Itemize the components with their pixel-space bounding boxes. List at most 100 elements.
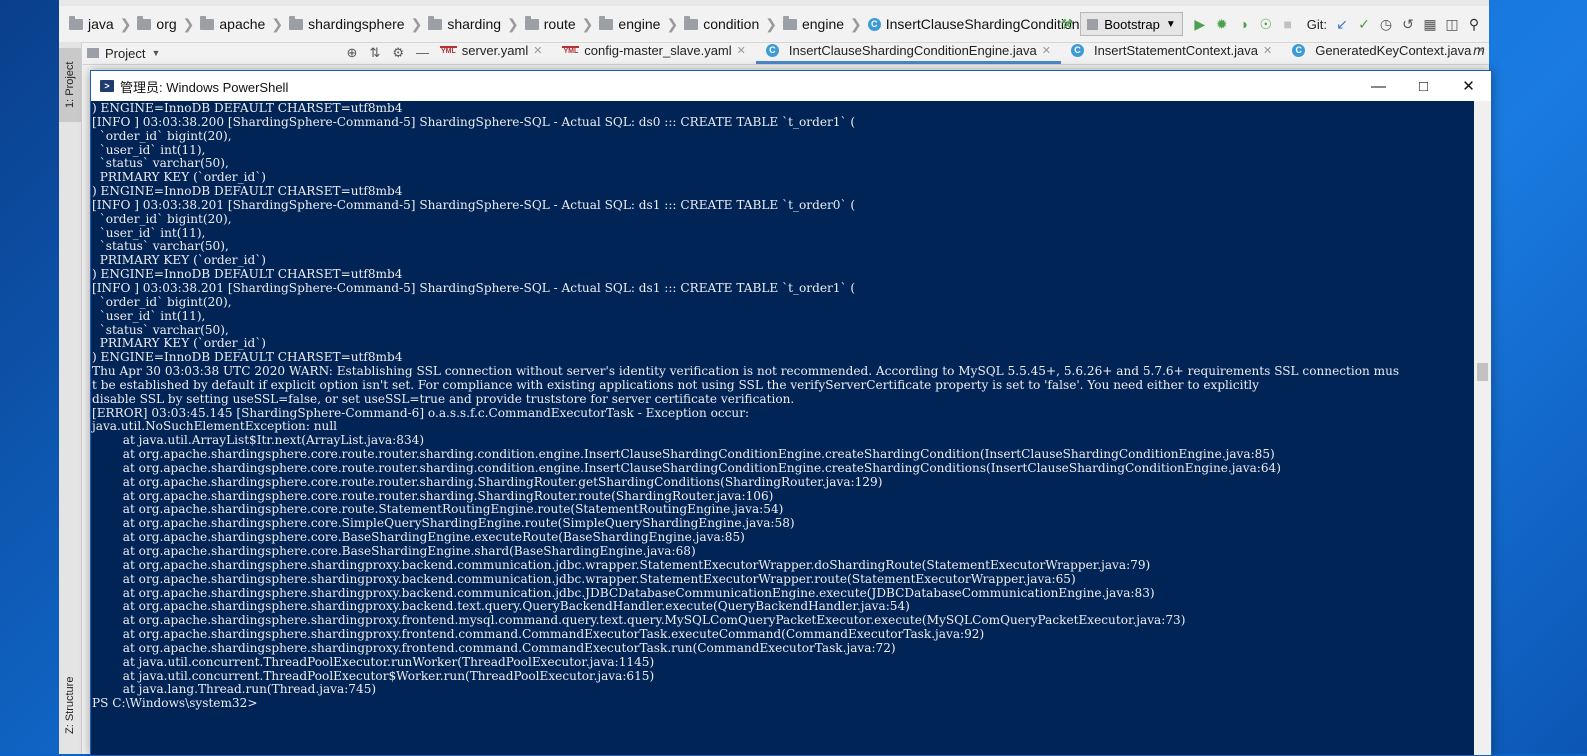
breadcrumb-label: shardingsphere (308, 16, 405, 32)
editor-tab-label: server.yaml (461, 42, 529, 58)
git-label: Git: (1306, 16, 1327, 32)
console-line: ) ENGINE=InnoDB DEFAULT CHARSET=utf8mb4 (92, 267, 403, 282)
breadcrumb-label: engine (618, 16, 661, 32)
console-line: PS C:\Windows\system32> (92, 696, 258, 711)
breadcrumb-item[interactable]: condition (680, 15, 763, 32)
console-line: at org.apache.shardingsphere.core.route.… (122, 502, 784, 517)
ide-toolbar: ⚒ Bootstrap ▼ ▶ ✹ ◑ ☉ ■ Git: ↙ ✓ ◷ ↺ ▦ ◫… (1058, 6, 1489, 42)
folder-icon (200, 15, 215, 30)
stop-icon[interactable]: ■ (1279, 15, 1297, 33)
editor-tab[interactable]: C GeneratedKeyContext.java ✕ (1282, 39, 1489, 64)
minimize-panel-icon[interactable]: — (416, 45, 429, 61)
console-line: at org.apache.shardingsphere.shardingpro… (122, 557, 1151, 572)
folder-icon (599, 15, 614, 30)
console-line: at org.apache.shardingsphere.shardingpro… (122, 640, 896, 655)
tool-tab-structure[interactable]: Z: Structure (59, 666, 81, 744)
build-hammer-icon[interactable]: ⚒ (1058, 15, 1076, 33)
console-line: at java.util.concurrent.ThreadPoolExecut… (122, 668, 655, 683)
breadcrumb-separator-icon: ❯ (765, 15, 777, 32)
close-tab-icon[interactable]: ✕ (737, 44, 746, 57)
breadcrumb-item[interactable]: engine (595, 15, 664, 32)
collapse-all-icon[interactable]: ⇅ (369, 45, 380, 61)
console-line: at org.apache.shardingsphere.core.Simple… (122, 516, 795, 531)
close-tab-icon[interactable]: ✕ (1263, 44, 1272, 57)
console-line: `order_id` bigint(20), (99, 294, 232, 309)
close-tab-icon[interactable]: ✕ (533, 44, 542, 57)
run-icon[interactable]: ▶ (1191, 15, 1209, 33)
breadcrumb-item[interactable]: java (65, 15, 118, 32)
git-commit-icon[interactable]: ✓ (1355, 15, 1373, 33)
window-title: 管理员: Windows PowerShell (120, 79, 289, 95)
editor-tab[interactable]: YML config-master_slave.yaml ✕ (552, 39, 755, 64)
editor-tab-label: InsertClauseShardingConditionEngine.java (788, 42, 1037, 58)
breadcrumb-label: sharding (447, 16, 502, 32)
console-line: at org.apache.shardingsphere.shardingpro… (122, 613, 1186, 628)
breadcrumb-separator-icon: ❯ (850, 15, 862, 32)
profile-icon[interactable]: ☉ (1257, 15, 1275, 33)
breadcrumb-label: java (88, 16, 114, 32)
breadcrumb-label: org (156, 16, 177, 32)
yaml-file-icon: YML (440, 45, 457, 55)
breadcrumb-item[interactable]: shardingsphere (285, 15, 409, 32)
console-line: `user_id` int(11), (99, 142, 206, 157)
class-icon: C (867, 17, 881, 31)
console-line: at org.apache.shardingsphere.shardingpro… (122, 571, 1076, 586)
breadcrumb-item[interactable]: org (133, 15, 180, 32)
git-history-icon[interactable]: ◷ (1377, 15, 1395, 33)
minimize-button[interactable]: — (1356, 71, 1401, 101)
coverage-icon[interactable]: ◑ (1235, 15, 1253, 33)
console-output[interactable]: ) ENGINE=InnoDB DEFAULT CHARSET=utf8mb4 … (91, 101, 1474, 755)
yaml-file-icon: YML (562, 45, 580, 55)
class-icon: C (1070, 43, 1084, 57)
powershell-title-bar[interactable]: > 管理员: Windows PowerShell — □ ✕ (91, 71, 1491, 101)
chevron-down-icon[interactable]: ▼ (151, 48, 160, 58)
chevron-down-icon: ▼ (1165, 18, 1176, 30)
debug-bug-icon[interactable]: ✹ (1213, 15, 1231, 33)
breadcrumb-separator-icon: ❯ (119, 15, 132, 32)
close-button[interactable]: ✕ (1446, 71, 1491, 101)
console-line: at org.apache.shardingsphere.shardingpro… (122, 599, 910, 614)
breadcrumb-item[interactable]: engine (779, 15, 848, 32)
git-rollback-icon[interactable]: ↺ (1399, 15, 1417, 33)
folder-icon (289, 15, 304, 30)
editor-tab[interactable]: C InsertStatementContext.java ✕ (1061, 39, 1282, 64)
editor-tab-label: config-master_slave.yaml (584, 42, 732, 58)
console-line: at org.apache.shardingsphere.core.route.… (122, 460, 1281, 475)
console-line: at java.util.concurrent.ThreadPoolExecut… (122, 654, 655, 669)
breadcrumb-item[interactable]: apache (196, 15, 269, 32)
tool-tab-project[interactable]: 1: Project (59, 48, 81, 122)
breadcrumb-separator-icon: ❯ (581, 15, 594, 32)
breadcrumb-label: engine (801, 16, 845, 32)
breadcrumb-label: condition (703, 16, 760, 32)
console-scrollbar[interactable] (1474, 101, 1491, 755)
editor-tab[interactable]: YML server.yaml ✕ (430, 39, 552, 64)
close-tab-icon[interactable]: ✕ (1042, 44, 1051, 57)
search-icon[interactable]: ⚲ (1465, 15, 1483, 33)
folder-icon (684, 15, 699, 30)
run-config-label: Bootstrap (1104, 16, 1160, 32)
console-line: Thu Apr 30 03:03:38 UTC 2020 WARN: Estab… (92, 364, 1400, 379)
scrollbar-thumb[interactable] (1477, 363, 1488, 381)
console-line: [ERROR] 03:03:45.145 [ShardingSphere-Com… (92, 405, 750, 420)
project-structure-icon[interactable]: ▦ (1421, 15, 1439, 33)
folder-icon (524, 15, 539, 30)
editor-tab-label: InsertStatementContext.java (1093, 42, 1258, 58)
breadcrumb-item[interactable]: route (521, 15, 580, 32)
project-view-select[interactable]: Project (105, 46, 145, 61)
console-line: at org.apache.shardingsphere.core.route.… (122, 474, 883, 489)
console-line: ) ENGINE=InnoDB DEFAULT CHARSET=utf8mb4 (92, 350, 403, 365)
locate-target-icon[interactable]: ⊕ (347, 45, 358, 61)
console-line: `status` varchar(50), (99, 322, 229, 337)
presentation-icon[interactable]: ◫ (1443, 15, 1461, 33)
run-config-icon (1087, 18, 1099, 30)
breadcrumb-item[interactable]: sharding (424, 15, 505, 32)
maximize-button[interactable]: □ (1401, 71, 1446, 101)
gear-icon[interactable]: ⚙ (392, 45, 404, 61)
run-configuration-select[interactable]: Bootstrap ▼ (1080, 12, 1183, 36)
git-update-icon[interactable]: ↙ (1333, 15, 1351, 33)
powershell-window: > 管理员: Windows PowerShell — □ ✕ ) ENGINE… (90, 70, 1492, 756)
maven-tool-tab[interactable]: m (1469, 42, 1489, 66)
console-line: `user_id` int(11), (99, 308, 206, 323)
console-line: at java.util.ArrayList$Itr.next(ArrayLis… (122, 433, 425, 448)
editor-tab[interactable]: C InsertClauseShardingConditionEngine.jav… (755, 39, 1061, 64)
